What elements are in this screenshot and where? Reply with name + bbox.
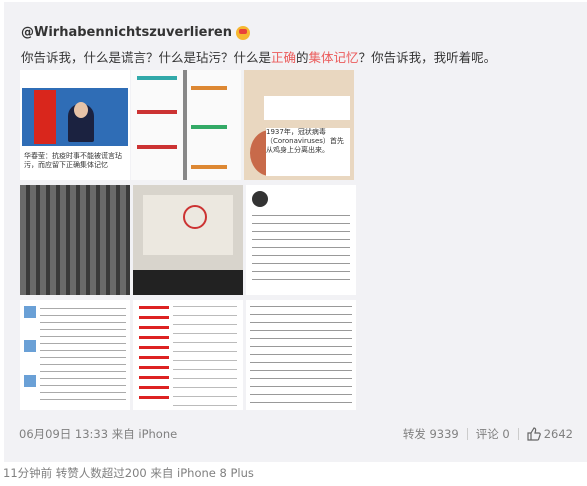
post-image-8[interactable]	[133, 300, 243, 410]
image-caption: 1937年，冠状病毒（Coronaviruses）首先从鸡身上分离出来。	[266, 128, 350, 176]
crown-badge-icon	[235, 25, 250, 40]
like-count: 2642	[543, 427, 573, 441]
post-image-2[interactable]	[131, 70, 241, 180]
footer-info: 11分钟前 转赞人数超过200 来自 iPhone 8 Plus	[3, 466, 254, 480]
post-image-4[interactable]	[20, 185, 130, 295]
divider	[466, 428, 468, 440]
post-image-9[interactable]	[246, 300, 356, 410]
text-part: 的	[296, 50, 309, 65]
image-caption: 华春莹：抗疫时事不能被谎言玷污，而应留下正确集体记忆	[24, 152, 122, 169]
post-image-5[interactable]	[133, 185, 243, 295]
post-image-1[interactable]: 华春莹：抗疫时事不能被谎言玷污，而应留下正确集体记忆	[20, 70, 130, 180]
repost-card: @Wirhabennichtszuverlieren 你告诉我，什么是谎言？什么…	[4, 2, 587, 462]
text-part: ？你告诉我，我听着呢。	[358, 50, 497, 65]
username-row: @Wirhabennichtszuverlieren	[21, 25, 250, 40]
hashtag-link[interactable]: 正确	[271, 50, 296, 65]
divider	[517, 428, 519, 440]
repost-button[interactable]: 转发 9339	[403, 426, 459, 442]
post-text: 你告诉我，什么是谎言？什么是玷污？什么是正确的集体记忆？你告诉我，我听着呢。	[21, 47, 496, 66]
username-link[interactable]: @Wirhabennichtszuverlieren	[21, 25, 232, 40]
action-bar: 转发 9339 评论 0 2642	[403, 426, 573, 442]
like-button[interactable]: 2642	[527, 427, 573, 441]
thumbs-up-icon	[527, 427, 541, 441]
post-timestamp[interactable]: 06月09日 13:33 来自 iPhone	[19, 426, 177, 442]
comment-button[interactable]: 评论 0	[476, 426, 510, 442]
post-image-6[interactable]	[246, 185, 356, 295]
post-image-7[interactable]	[20, 300, 130, 410]
text-part: 你告诉我，什么是谎言？什么是玷污？什么是	[21, 50, 272, 65]
hashtag-link[interactable]: 集体记忆	[309, 50, 359, 65]
post-image-3[interactable]: 1937年，冠状病毒（Coronaviruses）首先从鸡身上分离出来。	[244, 70, 354, 180]
